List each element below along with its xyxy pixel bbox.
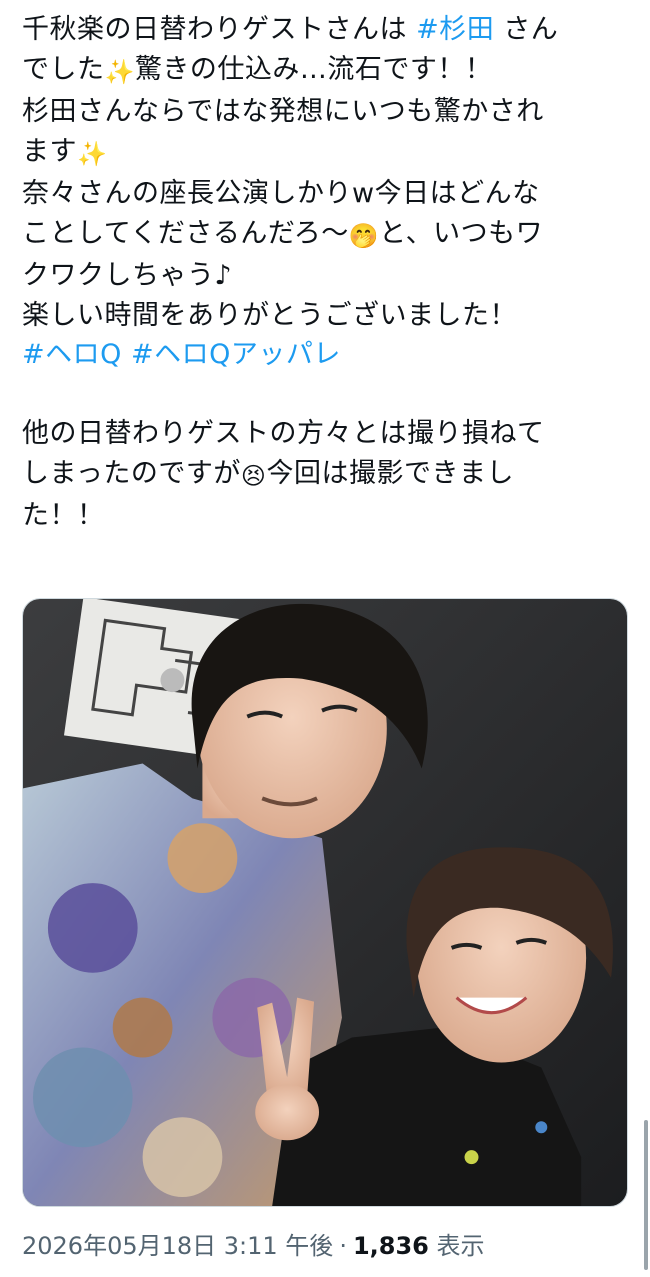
hashtag-link[interactable]: #杉田 [416, 14, 494, 45]
view-label: 表示 [436, 1232, 485, 1260]
hand-over-mouth-emoji-icon: 🤭 [348, 221, 380, 250]
tweet-text-run: クワクしちゃう♪ [22, 260, 233, 291]
tweet-line: 千秋楽の日替わりゲストさんは #杉田 さん [22, 10, 632, 50]
tweet-text-run: 奈々さんの座長公演しかりw今日はどんな [22, 178, 540, 209]
tweet-text-run [122, 339, 131, 370]
tweet-text-run: さん [494, 14, 559, 45]
tweet-text: 千秋楽の日替わりゲストさんは #杉田 さん でした✨驚きの仕込み…流石です！！ 杉田… [22, 10, 632, 536]
tweet-text-run: しまったのですが [22, 457, 241, 489]
tweet-line: クワクしちゃう♪ [22, 256, 632, 296]
tweet-photo[interactable] [22, 598, 628, 1207]
view-count: 1,836 [352, 1232, 429, 1260]
tweet-text-run: と、いつもワ [379, 217, 544, 249]
tweet-meta: 2026年05月18日 3:11 午後 · 1,836 表示 [22, 1229, 485, 1263]
photo-illustration [23, 599, 627, 1206]
tweet-line: た！！ [22, 496, 632, 536]
tweet-text-run: 杉田さんならではな発想にいつも驚かされ [22, 96, 544, 127]
sparkles-emoji-icon: ✨ [104, 57, 135, 86]
sparkles-emoji-icon: ✨ [77, 139, 108, 168]
hashtag-link[interactable]: #ヘロQアッパレ [131, 339, 341, 370]
tweet-text-run: 楽しい時間をありがとうございました！ [22, 299, 517, 331]
tweet-text-run: 千秋楽の日替わりゲストさんは [22, 14, 417, 45]
timestamp[interactable]: 2026年05月18日 3:11 午後 [22, 1232, 333, 1260]
tweet-line: でした✨驚きの仕込み…流石です！！ [22, 50, 632, 93]
tweet-text-run: ます [22, 135, 77, 167]
tweet-line: ことしてくださるんだろ〜🤭と、いつもワ [22, 214, 632, 257]
scrollbar[interactable] [644, 1120, 648, 1270]
tweet-line: 杉田さんならではな発想にいつも驚かされ [22, 92, 632, 132]
tweet-line: しまったのですが😣今回は撮影できまし [22, 454, 632, 497]
separator-dot: · [339, 1232, 347, 1260]
tweet-text-run: 他の日替わりゲストの方々とは撮り損ねて [22, 418, 545, 449]
tweet-line: #ヘロQ #ヘロQアッパレ [22, 335, 632, 375]
tweet-text-run: でした [22, 53, 105, 85]
tweet-text-run: 驚きの仕込み…流石です！！ [134, 53, 493, 85]
hashtag-link[interactable]: #ヘロQ [22, 339, 122, 370]
tweet-line: 奈々さんの座長公演しかりw今日はどんな [22, 174, 632, 214]
persevering-face-emoji-icon: 😣 [240, 461, 267, 490]
tweet-line: 楽しい時間をありがとうございました！ [22, 296, 632, 336]
tweet-line: 他の日替わりゲストの方々とは撮り損ねて [22, 414, 632, 454]
tweet-text-run: 今回は撮影できまし [266, 457, 514, 489]
tweet-text-run: ことしてくださるんだろ〜 [22, 217, 349, 249]
tweet-text-run: た！！ [22, 500, 105, 531]
tweet-line: ます✨ [22, 132, 632, 175]
